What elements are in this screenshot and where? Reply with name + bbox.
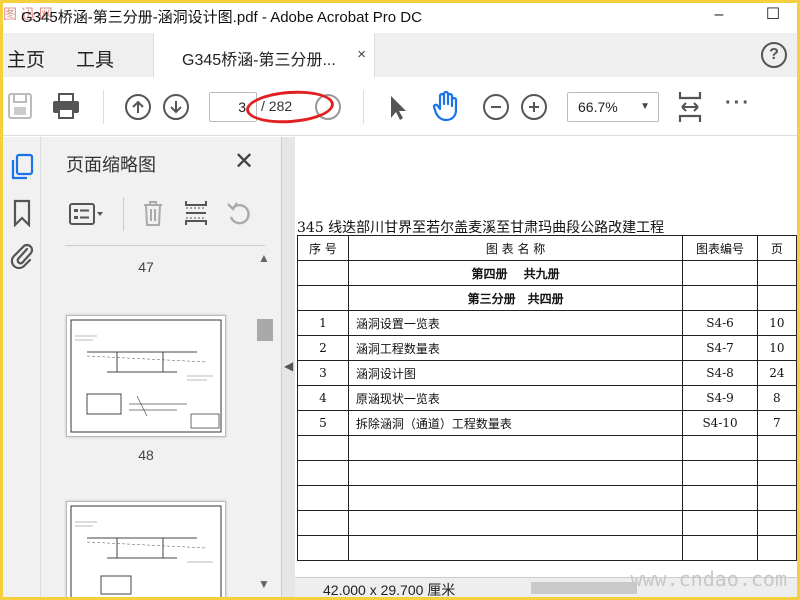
zoom-out-icon[interactable]: [483, 94, 509, 120]
trash-icon[interactable]: [141, 199, 165, 232]
panel-title: 页面缩略图: [66, 155, 156, 175]
drawing-index-table: 序 号 图 表 名 称 图表编号 页 第四册 共九册 第三分册 共四册 1 涵洞…: [297, 235, 797, 561]
row-name: 原涵现状一览表: [347, 385, 684, 411]
table-row: 第四册 共九册: [297, 260, 797, 286]
collapse-panel-icon[interactable]: ◀: [284, 359, 293, 373]
title-bar: 图 迅 网 G345桥涵-第三分册-涵洞设计图.pdf - Adobe Acro…: [3, 3, 797, 29]
toolbar-divider: [363, 90, 364, 124]
row-name: 涵洞设计图: [347, 360, 684, 386]
scrollbar-thumb[interactable]: [257, 319, 273, 341]
row-number: 4: [297, 385, 349, 411]
help-button[interactable]: ?: [761, 42, 787, 68]
scroll-up-icon[interactable]: ▲: [258, 251, 270, 265]
chevron-down-icon: ▼: [640, 101, 650, 112]
page-thumbnails-icon[interactable]: [9, 153, 35, 180]
more-tools-icon[interactable]: ···: [725, 92, 751, 115]
toolbar: 3 / 282 66.7% ▼ ···: [3, 78, 797, 136]
attachment-icon[interactable]: [9, 241, 35, 270]
scroll-down-icon[interactable]: ▼: [258, 577, 270, 591]
hand-tool-icon[interactable]: [431, 90, 461, 122]
row-code: S4-10: [682, 410, 758, 436]
document-view[interactable]: 345 线迭部川甘界至若尔盖麦溪至甘肃玛曲段公路改建工程 序 号 图 表 名 称…: [295, 137, 797, 577]
rotate-icon[interactable]: [225, 199, 253, 232]
table-row: 2 涵洞工程数量表 S4-7 10: [297, 335, 797, 361]
row-number: 3: [297, 360, 349, 386]
column-header: 页: [756, 235, 797, 261]
thumbnail-tools: [65, 197, 265, 231]
tab-document[interactable]: G345桥涵-第三分册... ×: [153, 33, 375, 77]
thumbnail-page-number: 48: [138, 447, 154, 463]
column-header: 序 号: [297, 235, 349, 261]
table-row: [297, 435, 797, 461]
column-header: 图表编号: [682, 235, 758, 261]
row-page: 7: [756, 410, 797, 436]
close-tab-button[interactable]: ×: [357, 46, 366, 63]
left-navigation-rail: [3, 137, 41, 597]
tab-bar: 主页 工具 G345桥涵-第三分册... × ?: [3, 33, 797, 77]
row-page: 24: [756, 360, 797, 386]
row-code: S4-6: [682, 310, 758, 336]
table-row: [297, 485, 797, 511]
next-page-icon[interactable]: [163, 94, 189, 120]
row-code: S4-7: [682, 335, 758, 361]
table-row: 5 拆除涵洞（通道）工程数量表 S4-10 7: [297, 410, 797, 436]
window-title: G345桥涵-第三分册-涵洞设计图.pdf - Adobe Acrobat Pr…: [21, 9, 422, 26]
table-row: [297, 535, 797, 561]
row-number: 1: [297, 310, 349, 336]
row-name: 涵洞设置一览表: [347, 310, 684, 336]
close-panel-button[interactable]: ✕: [234, 147, 254, 176]
panel-divider: [65, 245, 265, 246]
volume-label: 第三分册 共四册: [347, 285, 684, 311]
print-icon[interactable]: [51, 91, 81, 121]
thumbnails-panel: 页面缩略图 ✕ 47 48 ▲ ▼: [41, 137, 281, 597]
zoom-in-icon[interactable]: [521, 94, 547, 120]
volume-label: 第四册 共九册: [347, 260, 684, 286]
column-header: 图 表 名 称: [347, 235, 684, 261]
maximize-button[interactable]: ☐: [753, 3, 793, 29]
thumbnail-page-number: 47: [138, 259, 154, 275]
page-dimensions: 42.000 x 29.700 厘米: [323, 582, 456, 597]
tools-divider: [123, 197, 124, 231]
previous-page-icon[interactable]: [125, 94, 151, 120]
tab-home[interactable]: 主页: [7, 45, 45, 72]
tab-tools[interactable]: 工具: [76, 45, 114, 72]
table-row: 3 涵洞设计图 S4-8 24: [297, 360, 797, 386]
row-code: S4-8: [682, 360, 758, 386]
bookmark-icon[interactable]: [9, 199, 35, 228]
table-header-row: 序 号 图 表 名 称 图表编号 页: [297, 235, 797, 261]
row-number: 2: [297, 335, 349, 361]
table-row: 4 原涵现状一览表 S4-9 8: [297, 385, 797, 411]
thumbnails-scrollbar[interactable]: ▲ ▼: [255, 249, 275, 593]
row-page: 10: [756, 310, 797, 336]
row-code: S4-9: [682, 385, 758, 411]
toolbar-divider: [103, 90, 104, 124]
minimize-button[interactable]: –: [699, 3, 739, 29]
select-cursor-icon[interactable]: [387, 94, 409, 124]
row-page: 8: [756, 385, 797, 411]
table-row: 第三分册 共四册: [297, 285, 797, 311]
row-page: 10: [756, 335, 797, 361]
thumbnail-page[interactable]: [66, 501, 226, 597]
fit-page-icon[interactable]: [677, 90, 703, 122]
site-watermark: www.cndao.com: [630, 567, 787, 591]
app-window: 图 迅 网 G345桥涵-第三分册-涵洞设计图.pdf - Adobe Acro…: [3, 3, 797, 597]
row-name: 涵洞工程数量表: [347, 335, 684, 361]
row-name: 拆除涵洞（通道）工程数量表: [347, 410, 684, 436]
table-row: 1 涵洞设置一览表 S4-6 10: [297, 310, 797, 336]
table-row: [297, 460, 797, 486]
document-heading: 345 线迭部川甘界至若尔盖麦溪至甘肃玛曲段公路改建工程: [297, 220, 665, 236]
horizontal-scrollbar-thumb[interactable]: [531, 582, 637, 594]
save-icon[interactable]: [7, 92, 33, 122]
thumbnail-page[interactable]: [66, 315, 226, 437]
row-number: 5: [297, 410, 349, 436]
panel-splitter[interactable]: ◀: [281, 137, 295, 597]
thumbnail-options-icon[interactable]: [69, 203, 105, 230]
zoom-level-value: 66.7%: [578, 99, 618, 115]
insert-page-icon[interactable]: [183, 199, 209, 232]
table-row: [297, 510, 797, 536]
zoom-level-select[interactable]: 66.7% ▼: [567, 92, 659, 122]
tab-document-label: G345桥涵-第三分册...: [182, 52, 336, 69]
